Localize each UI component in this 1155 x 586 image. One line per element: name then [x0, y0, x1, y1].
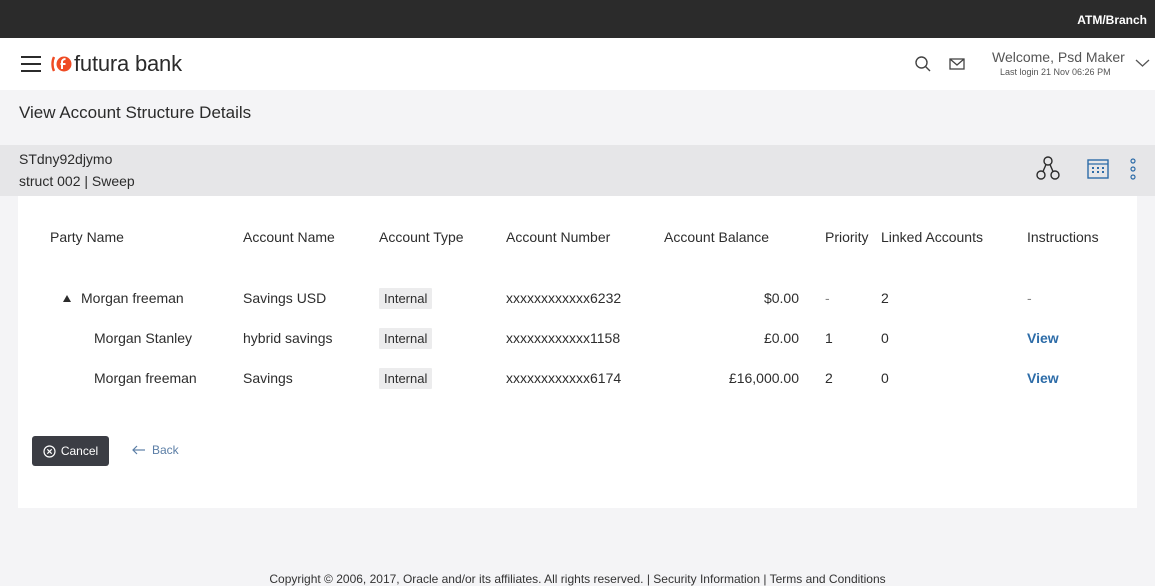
priority-cell: 1 — [825, 330, 833, 346]
account-type-cell: Internal — [379, 278, 506, 318]
arrow-left-icon — [132, 445, 145, 455]
welcome-text[interactable]: Welcome, Psd Maker — [992, 49, 1125, 65]
tree-structure-icon[interactable] — [1036, 155, 1060, 181]
table-row: Morgan freeman Savings USD Internal xxxx… — [18, 278, 1137, 318]
footer-copyright: Copyright © 2006, 2017, Oracle and/or it… — [269, 572, 886, 586]
instructions-cell: - — [1027, 290, 1032, 306]
more-vertical-icon[interactable] — [1128, 157, 1138, 181]
col-header-instructions: Instructions — [1027, 229, 1099, 245]
hamburger-icon[interactable] — [21, 56, 41, 72]
account-name-cell: Savings USD — [243, 290, 327, 306]
page-title: View Account Structure Details — [19, 103, 252, 122]
search-icon[interactable] — [914, 55, 932, 73]
priority-cell: 2 — [825, 370, 833, 386]
app-header: futura bank Welcome, Psd Maker Last logi… — [0, 38, 1155, 90]
account-number-cell: xxxxxxxxxxxx1158 — [506, 330, 621, 346]
account-type-badge: Internal — [379, 367, 433, 389]
back-link-label: Back — [152, 443, 179, 457]
instructions-cell: View — [1027, 318, 1137, 358]
col-header-linked-accounts: Linked Accounts — [881, 229, 983, 245]
brand-name: futura bank — [74, 51, 182, 76]
account-structure-table: Party Name Account Name Account Type Acc… — [18, 196, 1137, 398]
account-number-cell: xxxxxxxxxxxx6174 — [506, 370, 622, 386]
account-type-cell: Internal — [379, 358, 506, 398]
col-header-account-number: Account Number — [506, 229, 611, 245]
linked-accounts-cell: 0 — [881, 370, 889, 386]
view-instructions-link[interactable]: View — [1027, 330, 1059, 346]
priority-cell: - — [825, 290, 830, 306]
account-type-cell: Internal — [379, 318, 506, 358]
instructions-cell: View — [1027, 358, 1137, 398]
party-name-cell: Morgan Stanley — [94, 330, 193, 346]
structure-summary: STdny92djymo struct 002 | Sweep — [0, 145, 1155, 196]
top-bar: ATM/Branch — [0, 0, 1155, 38]
last-login-text: Last login 21 Nov 06:26 PM — [1000, 67, 1111, 77]
structure-id: STdny92djymo — [19, 151, 113, 167]
account-balance-cell: £16,000.00 — [728, 370, 799, 386]
account-balance-cell: $0.00 — [763, 290, 799, 306]
account-type-badge: Internal — [379, 287, 433, 309]
account-balance-cell: £0.00 — [763, 330, 799, 346]
linked-accounts-cell: 2 — [881, 290, 889, 306]
col-header-account-balance: Account Balance — [664, 229, 770, 245]
structure-subtitle: struct 002 | Sweep — [19, 173, 135, 189]
cancel-button-label: Cancel — [60, 444, 99, 458]
account-type-badge: Internal — [379, 327, 433, 349]
cancel-button[interactable]: Cancel — [32, 436, 109, 466]
mail-icon[interactable] — [948, 55, 966, 73]
table-header-row: Party Name Account Name Account Type Acc… — [18, 196, 1137, 278]
col-header-priority: Priority — [825, 229, 869, 245]
table-row: Morgan freeman Savings Internal xxxxxxxx… — [18, 358, 1137, 398]
account-number-cell: xxxxxxxxxxxx6232 — [506, 290, 622, 306]
back-link[interactable]: Back — [132, 443, 179, 457]
col-header-account-type: Account Type — [379, 229, 464, 245]
futura-bank-logo-icon — [51, 56, 72, 72]
col-header-party-name: Party Name — [50, 229, 124, 245]
atm-branch-link[interactable]: ATM/Branch — [1077, 13, 1147, 27]
col-header-account-name: Account Name — [243, 229, 335, 245]
chevron-down-icon[interactable] — [1135, 58, 1150, 68]
table-row: Morgan Stanley hybrid savings Internal x… — [18, 318, 1137, 358]
party-name-cell: Morgan freeman — [18, 278, 243, 318]
grid-list-icon[interactable] — [1087, 159, 1109, 179]
close-circle-icon — [43, 444, 56, 458]
view-instructions-link[interactable]: View — [1027, 370, 1059, 386]
account-structure-card: Party Name Account Name Account Type Acc… — [18, 196, 1137, 508]
triangle-expanded-icon[interactable] — [63, 295, 71, 302]
account-name-cell: hybrid savings — [243, 330, 333, 346]
linked-accounts-cell: 0 — [881, 330, 889, 346]
party-name-cell: Morgan freeman — [94, 370, 197, 386]
account-name-cell: Savings — [243, 370, 293, 386]
